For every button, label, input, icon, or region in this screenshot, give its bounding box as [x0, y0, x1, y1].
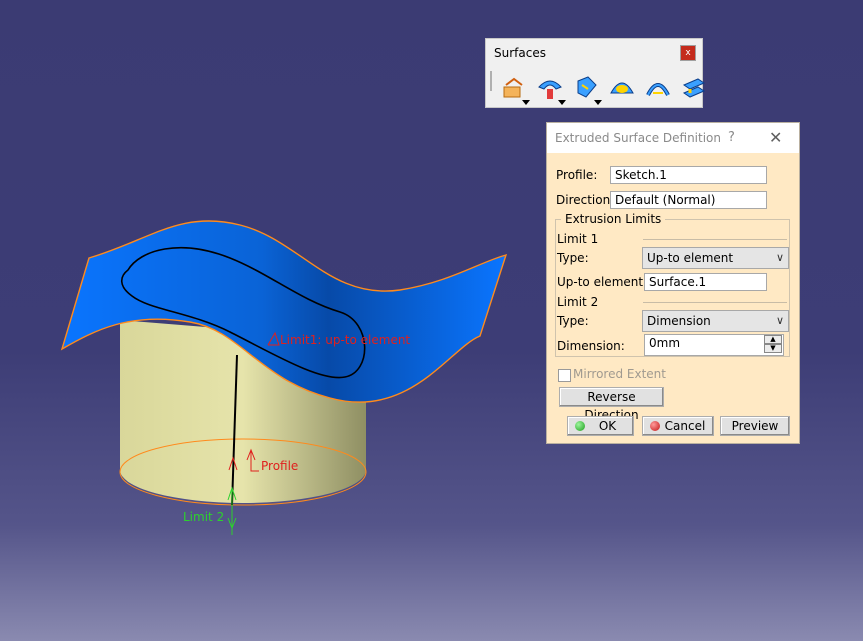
toolbar-grip[interactable]: [490, 71, 492, 91]
limit1-element-field[interactable]: Surface.1: [644, 273, 767, 291]
toolbar-close-button[interactable]: x: [680, 45, 696, 61]
profile-label: Profile:: [556, 168, 598, 182]
cancel-button[interactable]: Cancel: [642, 416, 714, 436]
extrusion-limits-legend: Extrusion Limits: [561, 212, 666, 226]
sweep-icon: [577, 76, 597, 98]
sweep-button[interactable]: [570, 73, 602, 105]
direction-label: Direction:: [556, 193, 615, 207]
limit2-type-value: Dimension: [647, 314, 711, 328]
chevron-down-icon: ∨: [775, 251, 784, 264]
toolbar-title: Surfaces: [494, 46, 546, 60]
dialog-title: Extruded Surface Definition: [555, 131, 721, 145]
surfaces-toolbar: Surfaces x: [485, 38, 706, 108]
direction-field[interactable]: Default (Normal): [610, 191, 767, 209]
fill-icon: [610, 82, 634, 94]
blend-button[interactable]: [678, 73, 710, 105]
mirrored-extent-label: Mirrored Extent: [573, 367, 666, 381]
dimension-field[interactable]: 0mm ▲ ▼: [644, 334, 784, 356]
extrude-button[interactable]: [498, 73, 530, 105]
limit2-title: Limit 2: [557, 295, 599, 309]
offset-button[interactable]: [534, 73, 566, 105]
dialog-titlebar[interactable]: Extruded Surface Definition ? ✕: [547, 123, 799, 153]
limit2-label: Limit 2: [183, 510, 225, 524]
blend-icon: [682, 78, 706, 98]
cancel-icon: [650, 421, 660, 431]
spin-down-icon[interactable]: ▼: [764, 344, 782, 353]
dimension-spinner[interactable]: ▲ ▼: [764, 335, 782, 355]
loft-button[interactable]: [642, 73, 674, 105]
help-button[interactable]: ?: [728, 130, 735, 145]
limit2-type-label: Type:: [557, 314, 589, 328]
limit1-title: Limit 1: [557, 232, 599, 246]
ok-button[interactable]: OK: [567, 416, 634, 436]
chevron-down-icon: ∨: [775, 314, 784, 327]
extrude-icon: [503, 77, 523, 98]
profile-field[interactable]: Sketch.1: [610, 166, 767, 184]
extruded-surface-dialog: Extruded Surface Definition ? ✕ Profile:…: [546, 122, 800, 444]
spin-up-icon[interactable]: ▲: [764, 335, 782, 344]
limit1-element-label: Up-to element:: [557, 275, 648, 289]
limit2-type-select[interactable]: Dimension ∨: [642, 310, 789, 332]
limit1-label: Limit1: up-to element: [280, 333, 411, 347]
preview-button[interactable]: Preview: [720, 416, 790, 436]
fill-button[interactable]: [606, 73, 638, 105]
limit1-type-select[interactable]: Up-to element ∨: [642, 247, 789, 269]
close-button[interactable]: ✕: [769, 128, 782, 147]
reverse-direction-button[interactable]: Reverse Direction: [559, 387, 664, 422]
dimension-label: Dimension:: [557, 339, 625, 353]
loft-icon: [646, 83, 670, 96]
limit1-type-value: Up-to element: [647, 251, 734, 265]
limit1-type-label: Type:: [557, 251, 589, 265]
mirrored-extent-checkbox[interactable]: [558, 369, 571, 382]
dimension-value: 0mm: [649, 336, 681, 350]
profile-label: Profile: [261, 459, 299, 473]
ok-icon: [575, 421, 585, 431]
offset-icon: [538, 80, 562, 99]
